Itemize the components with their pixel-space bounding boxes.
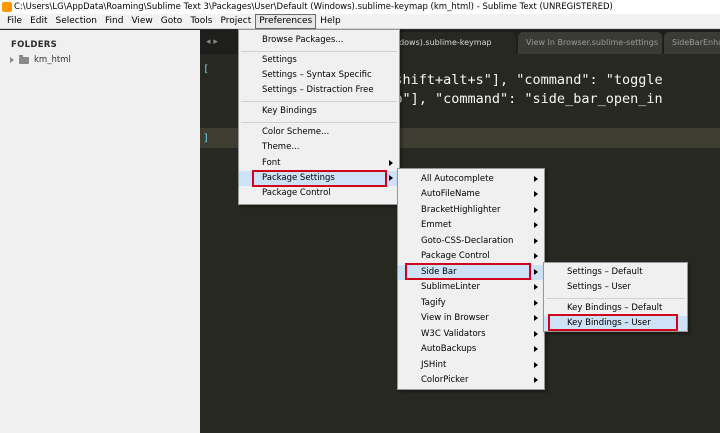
submenu-arrow-icon [389, 175, 393, 181]
menu-preferences[interactable]: Preferences [255, 13, 317, 29]
submenu-arrow-icon [534, 176, 538, 182]
menu-item-autobackups[interactable]: AutoBackups [398, 342, 544, 357]
submenu-arrow-icon [534, 315, 538, 321]
menu-item-font[interactable]: Font [239, 156, 399, 171]
code-line-2[interactable]: rl+shift+alt+s"], "command": "toggle [370, 72, 663, 88]
menu-help[interactable]: Help [316, 15, 345, 28]
menu-tools[interactable]: Tools [186, 15, 216, 28]
menu-item-key-bindings[interactable]: Key Bindings [239, 104, 399, 119]
submenu-arrow-icon [534, 377, 538, 383]
menu-separator [241, 51, 397, 52]
menu-item-w3c-validators[interactable]: W3C Validators [398, 327, 544, 342]
menu-item-emmet[interactable]: Emmet [398, 218, 544, 233]
menu-edit[interactable]: Edit [26, 15, 51, 28]
title-bar: C:\Users\LG\AppData\Roaming\Sublime Text… [0, 0, 720, 14]
submenu-arrow-icon [534, 284, 538, 290]
menu-item-brackethighlighter[interactable]: BracketHighlighter [398, 203, 544, 218]
submenu-arrow-icon [534, 362, 538, 368]
sublime-app-icon [2, 2, 12, 12]
submenu-arrow-icon [534, 300, 538, 306]
tab-view-in-browser-settings[interactable]: View In Browser.sublime-settings [518, 32, 662, 54]
highlight-box-key-bindings-user [548, 314, 678, 331]
tab-sidebarenhancements[interactable]: SideBarEnhanc [664, 32, 720, 54]
submenu-arrow-icon [534, 253, 538, 259]
menu-separator [241, 101, 397, 102]
sidebar: FOLDERS km_html [0, 30, 200, 433]
code-line-3[interactable]: rl+b"], "command": "side_bar_open_in [370, 91, 663, 107]
menu-separator [241, 122, 397, 123]
menu-item-autofilename[interactable]: AutoFileName [398, 187, 544, 202]
menu-item-goto-css-declaration[interactable]: Goto-CSS-Declaration [398, 234, 544, 249]
menu-item-theme[interactable]: Theme... [239, 140, 399, 155]
menu-item-package-control[interactable]: Package Control [398, 249, 544, 264]
menu-item-color-scheme[interactable]: Color Scheme... [239, 125, 399, 140]
folder-label: km_html [34, 55, 71, 65]
folder-row-km-html[interactable]: km_html [10, 54, 71, 66]
menu-item-tagify[interactable]: Tagify [398, 296, 544, 311]
menu-goto[interactable]: Goto [157, 15, 187, 28]
tab-keymap[interactable]: ndows).sublime-keymap [386, 32, 516, 54]
menu-bar: File Edit Selection Find View Goto Tools… [0, 13, 720, 29]
menu-view[interactable]: View [127, 15, 156, 28]
highlight-box-package-settings [252, 170, 387, 187]
tab-nav-arrows-icon[interactable]: ◂ ▸ [206, 37, 218, 47]
menu-item-settings-syntax-specific[interactable]: Settings – Syntax Specific [239, 68, 399, 83]
expand-arrow-icon[interactable] [10, 57, 14, 63]
submenu-arrow-icon [534, 346, 538, 352]
menu-item-settings-distraction-free[interactable]: Settings – Distraction Free [239, 83, 399, 98]
menu-project[interactable]: Project [216, 15, 255, 28]
menu-item-sublimelinter[interactable]: SublimeLinter [398, 280, 544, 295]
submenu-arrow-icon [534, 331, 538, 337]
submenu-arrow-icon [534, 269, 538, 275]
menu-item-browse-packages[interactable]: Browse Packages... [239, 33, 399, 48]
menu-file[interactable]: File [3, 15, 26, 28]
menu-item-view-in-browser[interactable]: View in Browser [398, 311, 544, 326]
menu-selection[interactable]: Selection [52, 15, 101, 28]
folders-heading: FOLDERS [11, 40, 58, 50]
submenu-arrow-icon [534, 191, 538, 197]
menu-item-settings-user[interactable]: Settings – User [544, 280, 687, 295]
submenu-arrow-icon [389, 160, 393, 166]
menu-separator [546, 298, 685, 299]
folder-icon [19, 54, 29, 64]
submenu-arrow-icon [534, 238, 538, 244]
menu-item-package-control[interactable]: Package Control [239, 186, 399, 201]
menu-item-colorpicker[interactable]: ColorPicker [398, 373, 544, 388]
menu-item-settings-default[interactable]: Settings – Default [544, 265, 687, 280]
submenu-arrow-icon [534, 207, 538, 213]
menu-item-jshint[interactable]: JSHint [398, 358, 544, 373]
menu-item-all-autocomplete[interactable]: All Autocomplete [398, 172, 544, 187]
window-title: C:\Users\LG\AppData\Roaming\Sublime Text… [14, 2, 613, 12]
menu-item-settings[interactable]: Settings [239, 53, 399, 68]
menu-find[interactable]: Find [101, 15, 127, 28]
highlight-box-side-bar [405, 263, 531, 280]
submenu-arrow-icon [534, 222, 538, 228]
